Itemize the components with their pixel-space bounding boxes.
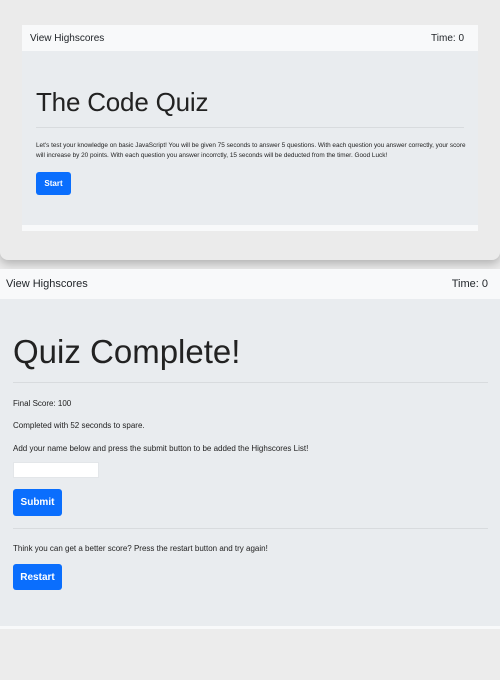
retry-text: Think you can get a better score? Press … xyxy=(13,544,268,553)
page-title: The Code Quiz xyxy=(36,87,209,117)
timer-display: Time: 0 xyxy=(431,32,464,44)
restart-button[interactable]: Restart xyxy=(13,564,62,590)
navbar: View Highscores Time: 0 xyxy=(0,269,500,299)
view-highscores-link[interactable]: View Highscores xyxy=(30,33,104,44)
navbar: View Highscores Time: 0 xyxy=(22,25,478,51)
divider xyxy=(36,127,464,128)
submit-instructions-text: Add your name below and press the submit… xyxy=(13,444,309,453)
submit-button[interactable]: Submit xyxy=(13,489,62,516)
start-screen-window: View Highscores Time: 0 The Code Quiz Le… xyxy=(0,0,500,260)
quiz-complete-screen: Quiz Complete! Final Score: 100 Complete… xyxy=(0,299,500,626)
view-highscores-link[interactable]: View Highscores xyxy=(6,278,88,290)
name-input[interactable] xyxy=(13,462,99,478)
divider xyxy=(13,382,488,383)
page-title: Quiz Complete! xyxy=(13,333,241,370)
completed-time-text: Completed with 52 seconds to spare. xyxy=(13,421,145,430)
footer-bar xyxy=(22,225,478,231)
divider xyxy=(13,528,488,529)
final-score-text: Final Score: 100 xyxy=(13,399,72,408)
intro-text: Let's test your knowledge on basic JavaS… xyxy=(36,142,466,159)
start-screen-content: View Highscores Time: 0 The Code Quiz Le… xyxy=(22,25,478,231)
timer-display: Time: 0 xyxy=(451,278,488,290)
footer-bar xyxy=(0,626,500,629)
start-button[interactable]: Start xyxy=(36,172,71,195)
